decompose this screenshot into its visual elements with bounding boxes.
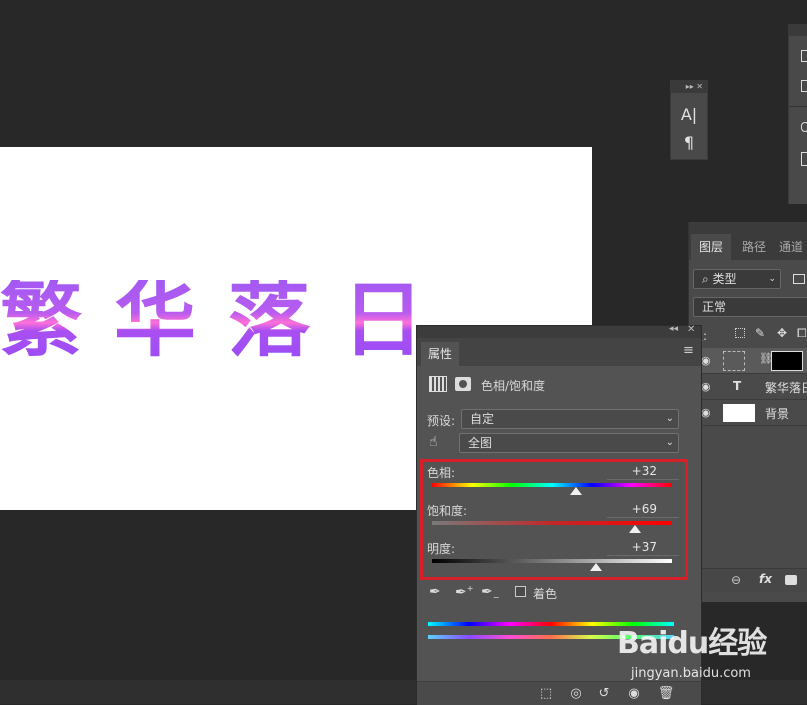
swatches-icon[interactable] [801,80,807,92]
blend-mode-select[interactable]: 正常 [693,297,807,317]
character-mini-panel: ▸▸ ✕ A| ¶ [670,80,708,160]
panel-menu-icon[interactable]: ≡ [683,343,694,358]
visibility-eye-icon[interactable]: ◉ [701,380,715,393]
tab-layers[interactable]: 图层 [691,234,731,260]
preset-select[interactable]: 自定 ⌄ [461,409,679,429]
baidu-logo: Baidu经验 [617,626,767,661]
channel-value: 全图 [468,436,493,450]
layer-name: 背景 [765,407,790,421]
eyedropper-minus-icon[interactable]: ✒− [481,584,499,602]
adjustment-title: 色相/饱和度 [481,379,546,393]
adjustment-thumbnail [723,351,745,371]
properties-tabbar: 属性 ≡ [417,338,701,366]
targeted-adjustment-hand-icon[interactable]: ☝ [429,434,438,450]
character-panel-icon[interactable]: A| [671,105,707,124]
fx-icon[interactable]: fx [759,572,772,586]
tab-paths[interactable]: 路径 [737,234,771,260]
link-layers-icon[interactable]: ⊖ [731,573,741,587]
dock-collapse-bar[interactable] [789,24,807,36]
visibility-eye-icon[interactable]: ◉ [701,354,715,367]
collapse-icon[interactable]: ◂◂ [669,324,678,334]
layers-panel: 图层 路径 通道 ⌕ 类型 ⌄ 正常 锁定: ✎ ✥ ⧠ ◉ ⛓ ◉ T 繁华落… [679,222,807,602]
chevron-down-icon: ⌄ [768,274,776,284]
adjustment-icon[interactable] [429,376,447,392]
channel-select[interactable]: 全图 ⌄ [459,433,679,453]
mask-icon-hole [459,380,467,388]
lock-transparency-icon[interactable] [735,328,745,338]
panel-collapse-bar[interactable]: ▸▸ ✕ [671,81,707,93]
filter-kind-label: 类型 [712,272,737,286]
lock-paint-icon[interactable]: ✎ [755,326,765,340]
layer-row[interactable]: ◉ ⛓ [689,348,807,374]
visibility-eye-icon[interactable]: ◉ [701,406,715,419]
dock-divider [789,106,807,107]
watermark-site: jingyan.baidu.com [631,666,751,681]
properties-collapse-bar[interactable]: ◂◂ ✕ [417,324,701,338]
tab-channels[interactable]: 通道 [779,234,807,260]
chevron-down-icon: ⌄ [665,437,674,448]
brush-icon[interactable] [801,122,807,132]
clip-to-layer-icon[interactable]: ⬚ [537,686,555,701]
search-icon: ⌕ [702,272,713,286]
mask-icon[interactable] [455,377,471,391]
chevron-down-icon: ⌄ [665,413,674,424]
preset-label: 预设: [427,414,456,428]
image-filter-icon[interactable] [793,274,805,284]
colorize-label: 着色 [533,587,558,601]
eyedropper-icon[interactable]: ✒ [429,584,441,600]
preset-value: 自定 [470,412,495,426]
grid-icon[interactable] [801,152,807,166]
tab-properties[interactable]: 属性 [421,342,459,366]
layer-row[interactable]: ◉ 背景 [689,400,807,426]
right-icon-dock [788,24,807,204]
close-icon[interactable]: ✕ [687,324,695,335]
layer-filter-select[interactable]: ⌕ 类型 ⌄ [693,269,781,289]
add-mask-icon[interactable] [785,575,797,585]
layers-tabbar: 图层 路径 通道 [689,234,807,260]
view-previous-state-icon[interactable]: ◎ [567,686,585,701]
lock-position-icon[interactable]: ✥ [777,326,787,340]
layer-name: 繁华落日 [765,381,807,395]
history-icon[interactable] [801,50,807,62]
text-layer-type-icon: T [733,379,742,393]
colorize-checkbox[interactable] [515,586,526,597]
layer-row[interactable]: ◉ T 繁华落日 [689,374,807,400]
layers-footer: ⊖ fx [689,568,807,592]
paragraph-panel-icon[interactable]: ¶ [671,133,707,152]
lock-artboard-icon[interactable]: ⧠ [797,326,807,341]
canvas-text-layer: 繁华落日 [0,273,457,368]
mask-thumbnail [771,351,803,371]
background-thumbnail [723,404,755,422]
baidu-watermark: Baidu经验 jingyan.baidu.com [613,612,803,692]
eyedropper-plus-icon[interactable]: ✒+ [455,584,473,601]
layers-collapse-bar[interactable] [689,222,807,234]
reset-icon[interactable]: ↺ [595,686,613,701]
highlight-box [420,459,688,580]
